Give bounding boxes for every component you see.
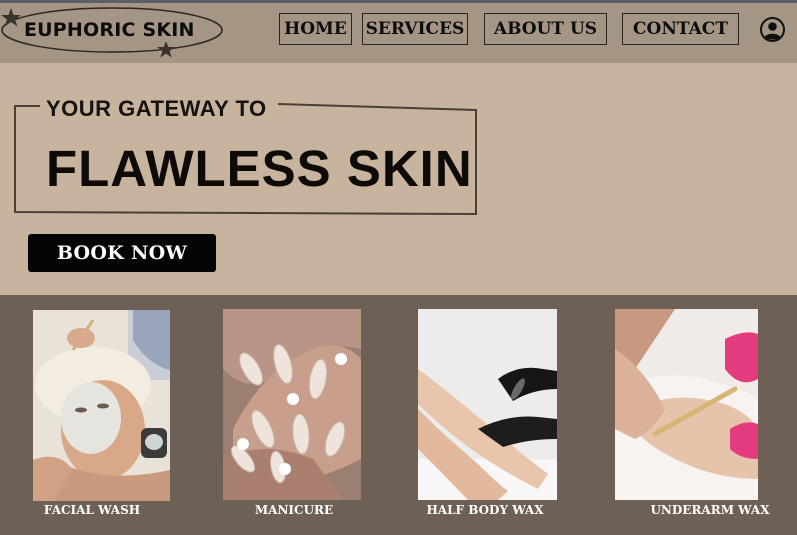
manicure-nails-photo <box>223 309 361 500</box>
service-label-facial-wash: FACIAL WASH <box>43 503 141 517</box>
hero-title: FLAWLESS SKIN <box>46 140 473 197</box>
nav-about-us-link[interactable]: ABOUT US <box>484 13 607 45</box>
services-section: FACIAL WASH MANICURE HALF BODY WAX UNDER… <box>0 295 797 535</box>
account-button[interactable] <box>760 17 785 42</box>
leg-waxing-photo <box>418 309 557 500</box>
book-now-button[interactable]: BOOK NOW <box>28 234 216 272</box>
brand-logo[interactable]: EUPHORIC SKIN <box>0 3 232 63</box>
brand-name: EUPHORIC SKIN <box>24 19 195 41</box>
nav-home-link[interactable]: HOME <box>279 13 352 45</box>
facial-treatment-photo <box>33 310 170 501</box>
service-label-half-body-wax: HALF BODY WAX <box>426 503 544 517</box>
service-label-underarm-wax: UNDERARM WAX <box>650 503 770 517</box>
hero-subtitle: YOUR GATEWAY TO <box>46 96 267 121</box>
nav-services-link[interactable]: SERVICES <box>362 13 468 45</box>
service-label-manicure: MANICURE <box>254 503 334 517</box>
navigation-bar: EUPHORIC SKIN HOME SERVICES ABOUT US CON… <box>0 3 797 63</box>
nav-contact-link[interactable]: CONTACT <box>622 13 739 45</box>
underarm-waxing-photo <box>615 309 758 500</box>
user-circle-icon <box>760 17 785 42</box>
hero-section: YOUR GATEWAY TO FLAWLESS SKIN BOOK NOW <box>0 63 797 295</box>
